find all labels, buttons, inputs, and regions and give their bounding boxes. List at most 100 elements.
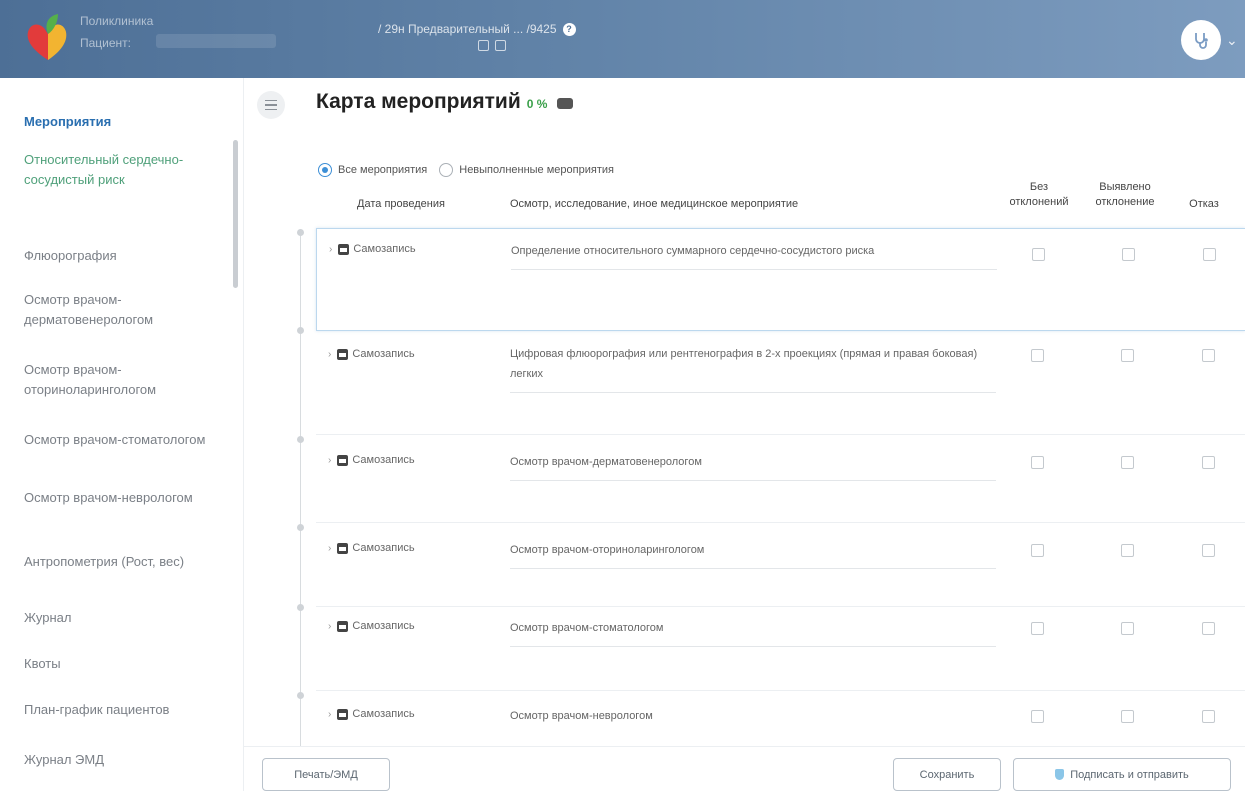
calendar-icon — [337, 454, 349, 466]
table-row[interactable]: › Самозапись Осмотр врачом-оториноларинг… — [316, 524, 1245, 604]
save-button[interactable]: Сохранить — [893, 758, 1001, 791]
sidebar: Мероприятия Относительный сердечно-сосуд… — [0, 78, 243, 791]
table-row[interactable]: › Самозапись Осмотр врачом-дерматовенеро… — [316, 436, 1245, 520]
row-divider — [316, 690, 1245, 691]
card-icon[interactable] — [557, 98, 574, 109]
timeline-dot — [297, 436, 304, 443]
row-date-text: Самозапись — [352, 348, 415, 360]
row-divider — [316, 606, 1245, 607]
user-avatar[interactable] — [1181, 20, 1221, 60]
clinic-logo-icon — [27, 14, 67, 60]
chevron-right-icon[interactable]: › — [329, 244, 332, 255]
document-title: / 29н Предварительный ... /9425 — [378, 22, 557, 36]
checkbox-refusal[interactable] — [1202, 622, 1215, 635]
checkbox-refusal[interactable] — [1202, 544, 1215, 557]
checkbox-no-deviation[interactable] — [1032, 248, 1045, 261]
checkbox-refusal[interactable] — [1202, 456, 1215, 469]
checkbox-no-deviation[interactable] — [1031, 622, 1044, 635]
filter-all-label[interactable]: Все мероприятия — [338, 164, 427, 176]
sidebar-item-fluorography[interactable]: Флюорография — [24, 246, 214, 266]
app-header: Поликлиника Пациент: / 29н Предварительн… — [0, 0, 1245, 78]
row-date[interactable]: › Самозапись — [328, 708, 415, 720]
checkbox-deviation[interactable] — [1122, 248, 1135, 261]
stethoscope-icon — [1195, 33, 1208, 49]
open-external-icon[interactable] — [478, 40, 489, 51]
filter-unfinished-label[interactable]: Невыполненные мероприятия — [459, 164, 614, 176]
patient-name-redacted — [156, 34, 276, 48]
column-header-refusal: Отказ — [1189, 198, 1219, 210]
table-row[interactable]: › Самозапись Определение относительного … — [316, 228, 1245, 331]
timeline-dot — [297, 604, 304, 611]
sidebar-item-anthropometry[interactable]: Антропометрия (Рост, вес) — [24, 552, 214, 572]
row-date[interactable]: › Самозапись — [328, 620, 415, 632]
sidebar-item-events[interactable]: Мероприятия — [24, 112, 214, 132]
row-event: Цифровая флюорография или рентгенография… — [510, 344, 996, 393]
sidebar-item-dentistry[interactable]: Осмотр врачом-стоматологом — [24, 430, 214, 450]
row-event: Осмотр врачом-дерматовенерологом — [510, 452, 996, 481]
sidebar-item-neurology[interactable]: Осмотр врачом-неврологом — [24, 488, 214, 508]
row-date[interactable]: › Самозапись — [329, 243, 416, 255]
row-date[interactable]: › Самозапись — [328, 454, 415, 466]
progress-percent: 0 % — [526, 97, 548, 111]
row-date[interactable]: › Самозапись — [328, 348, 415, 360]
checkbox-deviation[interactable] — [1121, 349, 1134, 362]
chevron-right-icon[interactable]: › — [328, 543, 331, 554]
sidebar-item-dermatology[interactable]: Осмотр врачом-дерматовенерологом — [24, 290, 214, 330]
timeline-dot — [297, 692, 304, 699]
filter-all-radio[interactable] — [318, 163, 332, 177]
column-header-event: Осмотр, исследование, иное медицинское м… — [510, 198, 799, 210]
checkbox-no-deviation[interactable] — [1031, 710, 1044, 723]
sidebar-item-journal[interactable]: Журнал — [24, 608, 214, 628]
menu-toggle-button[interactable] — [257, 91, 285, 119]
checkbox-no-deviation[interactable] — [1031, 349, 1044, 362]
checkbox-refusal[interactable] — [1202, 349, 1215, 362]
chevron-right-icon[interactable]: › — [328, 455, 331, 466]
timeline-dot — [297, 524, 304, 531]
row-date-text: Самозапись — [353, 243, 416, 255]
checkbox-refusal[interactable] — [1202, 710, 1215, 723]
timeline-dot — [297, 327, 304, 334]
checkbox-no-deviation[interactable] — [1031, 544, 1044, 557]
filter-unfinished-radio[interactable] — [439, 163, 454, 177]
chevron-right-icon[interactable]: › — [328, 621, 331, 632]
document-icon[interactable] — [495, 40, 506, 51]
filter-radio-group: Все мероприятия Невыполненные мероприяти… — [318, 163, 626, 177]
row-date-text: Самозапись — [352, 708, 415, 720]
checkbox-deviation[interactable] — [1121, 622, 1134, 635]
checkbox-no-deviation[interactable] — [1031, 456, 1044, 469]
sidebar-item-quotas[interactable]: Квоты — [24, 654, 214, 674]
checkbox-refusal[interactable] — [1203, 248, 1216, 261]
checkbox-deviation[interactable] — [1121, 456, 1134, 469]
sidebar-divider — [243, 78, 244, 791]
column-header-deviation: Выявлено отклонение — [1095, 181, 1155, 208]
chevron-right-icon[interactable]: › — [328, 709, 331, 720]
column-header-no-deviation: Без отклонений — [1009, 181, 1069, 208]
table-row[interactable]: › Самозапись Осмотр врачом-неврологом — [316, 692, 1245, 746]
checkbox-deviation[interactable] — [1121, 544, 1134, 557]
calendar-icon — [337, 620, 349, 632]
timeline-line — [300, 232, 301, 752]
row-divider — [316, 434, 1245, 435]
row-divider — [316, 522, 1245, 523]
chevron-right-icon[interactable]: › — [328, 349, 331, 360]
sidebar-item-cv-risk[interactable]: Относительный сердечно-сосудистый риск — [24, 150, 214, 190]
chevron-down-icon[interactable]: ⌄ — [1226, 32, 1238, 49]
sign-and-send-button[interactable]: Подписать и отправить — [1013, 758, 1231, 791]
shield-icon — [1055, 769, 1065, 780]
table-row[interactable]: › Самозапись Осмотр врачом-стоматологом — [316, 608, 1245, 692]
sidebar-item-schedule[interactable]: План-график пациентов — [24, 700, 214, 720]
question-icon[interactable]: ? — [562, 22, 576, 36]
print-emd-button[interactable]: Печать/ЭМД — [262, 758, 390, 791]
table-row[interactable]: › Самозапись Цифровая флюорография или р… — [316, 332, 1245, 432]
row-event: Осмотр врачом-оториноларингологом — [510, 540, 996, 569]
sign-and-send-label: Подписать и отправить — [1070, 768, 1189, 781]
calendar-icon — [337, 708, 349, 720]
sidebar-scrollbar[interactable] — [233, 140, 238, 288]
patient-label: Пациент: — [80, 36, 132, 50]
row-date-text: Самозапись — [352, 454, 415, 466]
sidebar-item-emd-journal[interactable]: Журнал ЭМД — [24, 750, 214, 770]
sidebar-item-otolaryngology[interactable]: Осмотр врачом-оториноларингологом — [24, 360, 214, 400]
row-event: Осмотр врачом-стоматологом — [510, 618, 996, 647]
checkbox-deviation[interactable] — [1121, 710, 1134, 723]
row-date[interactable]: › Самозапись — [328, 542, 415, 554]
